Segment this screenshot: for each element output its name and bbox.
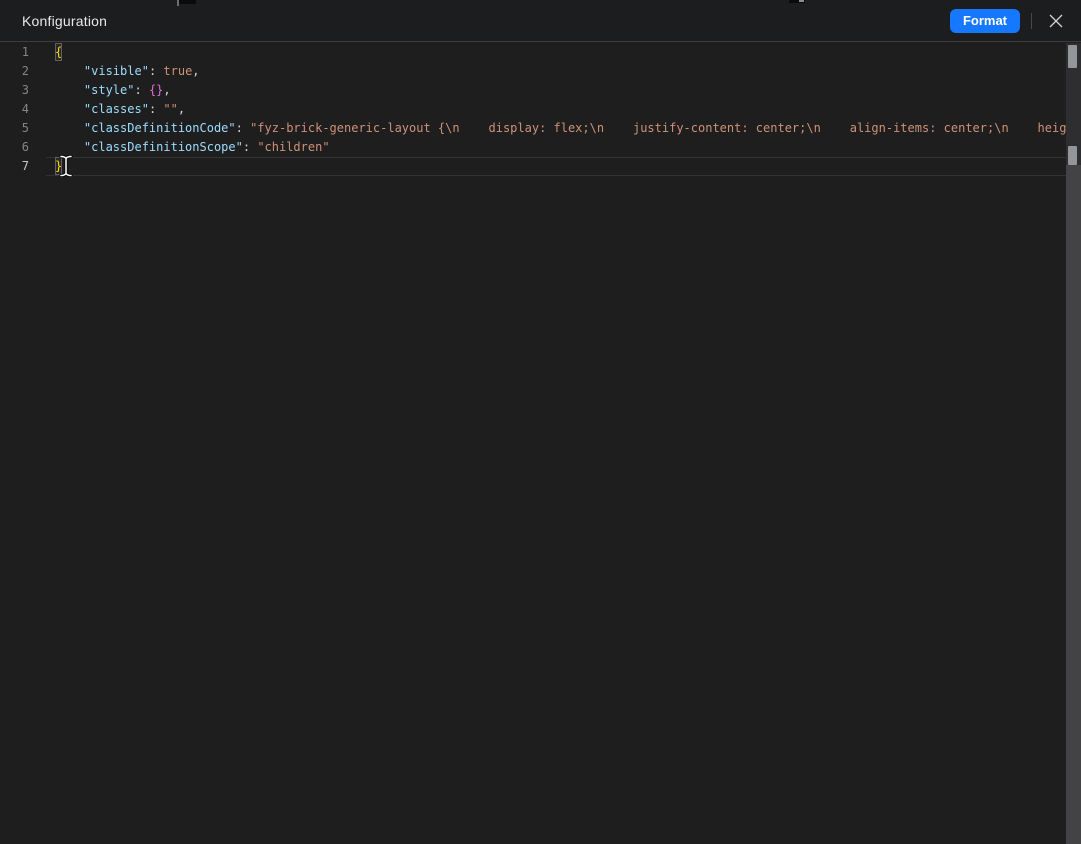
token-punct: : — [134, 83, 148, 97]
code-text: "visible": true, — [46, 62, 1066, 81]
token-ws — [55, 121, 84, 135]
code-text: "classDefinitionCode": "fyz-brick-generi… — [46, 119, 1066, 138]
token-ws — [55, 102, 84, 116]
line-number: 1 — [0, 43, 46, 62]
format-button[interactable]: Format — [950, 9, 1020, 33]
line-number: 3 — [0, 81, 46, 100]
scrollbar-thumb[interactable] — [1066, 165, 1081, 844]
code-line-1[interactable]: 1{ — [0, 43, 1066, 62]
code-text: "classDefinitionScope": "children" — [46, 138, 1066, 157]
code-text: "classes": "", — [46, 100, 1066, 119]
code-line-7[interactable]: 7} — [0, 157, 1066, 176]
token-str: "fyz-brick-generic-layout {\n display: f… — [250, 121, 1066, 135]
line-number: 7 — [0, 157, 46, 176]
token-key: "style" — [84, 83, 135, 97]
dialog-header: Konfiguration Format — [0, 0, 1081, 42]
scrollbar-marker-top[interactable] — [1068, 45, 1077, 68]
header-divider — [1031, 13, 1032, 29]
token-str: "" — [163, 102, 177, 116]
token-key: "visible" — [84, 64, 149, 78]
code-line-4[interactable]: 4 "classes": "", — [0, 100, 1066, 119]
code-lines: 1{2 "visible": true,3 "style": {},4 "cla… — [0, 43, 1066, 176]
background-artifact — [177, 0, 179, 6]
token-punct: , — [163, 83, 170, 97]
line-number: 6 — [0, 138, 46, 157]
token-brace1: { — [55, 43, 62, 61]
token-key: "classDefinitionScope" — [84, 140, 243, 154]
token-ws — [55, 140, 84, 154]
token-punct: : — [243, 140, 257, 154]
line-number: 2 — [0, 62, 46, 81]
close-icon — [1048, 13, 1064, 29]
line-number: 4 — [0, 100, 46, 119]
token-key: "classDefinitionCode" — [84, 121, 236, 135]
json-editor[interactable]: 1{2 "visible": true,3 "style": {},4 "cla… — [0, 43, 1066, 844]
code-text: } — [46, 157, 1066, 176]
token-punct: : — [236, 121, 250, 135]
dialog-title: Konfiguration — [22, 13, 107, 29]
code-line-5[interactable]: 5 "classDefinitionCode": "fyz-brick-gene… — [0, 119, 1066, 138]
background-artifact — [799, 0, 804, 2]
token-punct: : — [149, 64, 163, 78]
code-text: "style": {}, — [46, 81, 1066, 100]
token-ws — [55, 64, 84, 78]
token-str: "children" — [257, 140, 329, 154]
token-punct: , — [178, 102, 185, 116]
scrollbar-marker-cursor[interactable] — [1068, 146, 1077, 165]
line-number: 5 — [0, 119, 46, 138]
close-button[interactable] — [1043, 8, 1069, 34]
token-brace2: {} — [149, 83, 163, 97]
token-punct: , — [192, 64, 199, 78]
code-line-6[interactable]: 6 "classDefinitionScope": "children" — [0, 138, 1066, 157]
code-line-2[interactable]: 2 "visible": true, — [0, 62, 1066, 81]
code-line-3[interactable]: 3 "style": {}, — [0, 81, 1066, 100]
header-actions: Format — [950, 8, 1069, 34]
token-punct: : — [149, 102, 163, 116]
scrollbar-track[interactable] — [1066, 43, 1081, 844]
token-bool: true — [163, 64, 192, 78]
token-key: "classes" — [84, 102, 149, 116]
background-artifact — [178, 0, 196, 4]
token-ws — [55, 83, 84, 97]
token-brace1: } — [55, 157, 62, 175]
code-text: { — [46, 43, 1066, 62]
